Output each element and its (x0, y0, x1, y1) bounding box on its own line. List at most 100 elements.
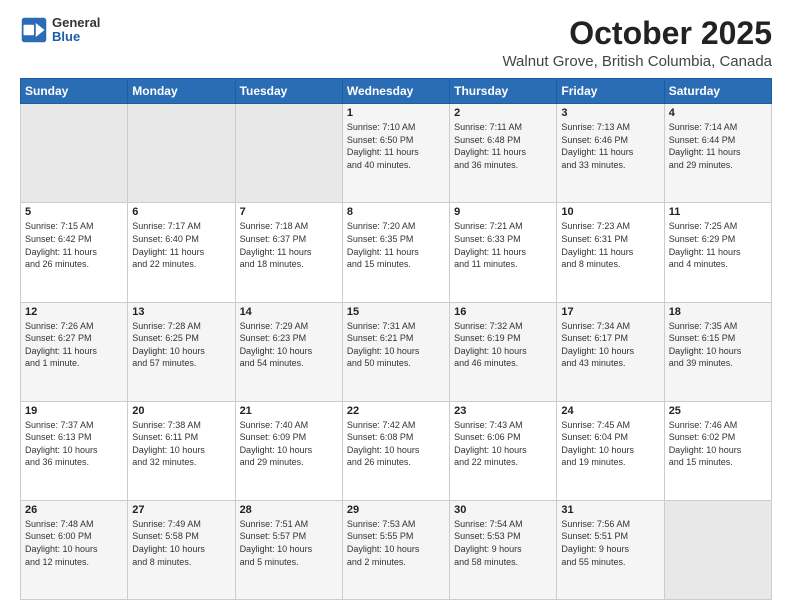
calendar-header-row: SundayMondayTuesdayWednesdayThursdayFrid… (21, 79, 772, 104)
day-info: Sunrise: 7:23 AM Sunset: 6:31 PM Dayligh… (561, 220, 659, 270)
day-info: Sunrise: 7:28 AM Sunset: 6:25 PM Dayligh… (132, 320, 230, 370)
day-info: Sunrise: 7:43 AM Sunset: 6:06 PM Dayligh… (454, 419, 552, 469)
calendar-cell: 5Sunrise: 7:15 AM Sunset: 6:42 PM Daylig… (21, 203, 128, 302)
day-info: Sunrise: 7:25 AM Sunset: 6:29 PM Dayligh… (669, 220, 767, 270)
calendar-cell: 18 Sunrise: 7:35 AM Sunset: 6:15 PM Dayli… (664, 302, 771, 401)
calendar-cell: 16 Sunrise: 7:32 AM Sunset: 6:19 PM Dayli… (450, 302, 557, 401)
day-number: 7 (240, 206, 338, 218)
day-number: 14 (240, 306, 338, 318)
calendar-cell: 3Sunrise: 7:13 AM Sunset: 6:46 PM Daylig… (557, 104, 664, 203)
day-header-monday: Monday (128, 79, 235, 104)
calendar-cell: 13 Sunrise: 7:28 AM Sunset: 6:25 PM Dayli… (128, 302, 235, 401)
day-info: Sunrise: 7:17 AM Sunset: 6:40 PM Dayligh… (132, 220, 230, 270)
day-number: 2 (454, 107, 552, 119)
day-info: Sunrise: 7:37 AM Sunset: 6:13 PM Dayligh… (25, 419, 123, 469)
day-info: Sunrise: 7:29 AM Sunset: 6:23 PM Dayligh… (240, 320, 338, 370)
day-number: 27 (132, 504, 230, 516)
day-number: 6 (132, 206, 230, 218)
day-info: Sunrise: 7:56 AM Sunset: 5:51 PM Dayligh… (561, 518, 659, 568)
day-header-saturday: Saturday (664, 79, 771, 104)
calendar-cell: 1 Sunrise: 7:10 AM Sunset: 6:50 PM Daylig… (342, 104, 449, 203)
day-number: 10 (561, 206, 659, 218)
day-number: 30 (454, 504, 552, 516)
day-header-wednesday: Wednesday (342, 79, 449, 104)
day-number: 12 (25, 306, 123, 318)
calendar-cell: 25Sunrise: 7:46 AM Sunset: 6:02 PM Dayli… (664, 401, 771, 500)
calendar-cell: 7 Sunrise: 7:18 AM Sunset: 6:37 PM Daylig… (235, 203, 342, 302)
calendar-cell: 6 Sunrise: 7:17 AM Sunset: 6:40 PM Daylig… (128, 203, 235, 302)
day-info: Sunrise: 7:46 AM Sunset: 6:02 PM Dayligh… (669, 419, 767, 469)
calendar-cell: 31 Sunrise: 7:56 AM Sunset: 5:51 PM Dayli… (557, 500, 664, 599)
calendar-week-row: 12 Sunrise: 7:26 AM Sunset: 6:27 PM Dayli… (21, 302, 772, 401)
day-number: 8 (347, 206, 445, 218)
calendar-cell: 30 Sunrise: 7:54 AM Sunset: 5:53 PM Dayli… (450, 500, 557, 599)
day-number: 18 (669, 306, 767, 318)
day-number: 13 (132, 306, 230, 318)
calendar-cell: 15Sunrise: 7:31 AM Sunset: 6:21 PM Dayli… (342, 302, 449, 401)
day-info: Sunrise: 7:48 AM Sunset: 6:00 PM Dayligh… (25, 518, 123, 568)
calendar-cell: 26 Sunrise: 7:48 AM Sunset: 6:00 PM Dayli… (21, 500, 128, 599)
day-info: Sunrise: 7:32 AM Sunset: 6:19 PM Dayligh… (454, 320, 552, 370)
day-info: Sunrise: 7:45 AM Sunset: 6:04 PM Dayligh… (561, 419, 659, 469)
day-number: 16 (454, 306, 552, 318)
day-info: Sunrise: 7:14 AM Sunset: 6:44 PM Dayligh… (669, 121, 767, 171)
calendar-week-row: 19 Sunrise: 7:37 AM Sunset: 6:13 PM Dayli… (21, 401, 772, 500)
calendar-cell: 2 Sunrise: 7:11 AM Sunset: 6:48 PM Daylig… (450, 104, 557, 203)
day-info: Sunrise: 7:11 AM Sunset: 6:48 PM Dayligh… (454, 121, 552, 171)
calendar-cell: 28 Sunrise: 7:51 AM Sunset: 5:57 PM Dayli… (235, 500, 342, 599)
day-number: 23 (454, 405, 552, 417)
title-block: October 2025 Walnut Grove, British Colum… (502, 16, 772, 70)
location-title: Walnut Grove, British Columbia, Canada (502, 53, 772, 70)
calendar-cell: 12 Sunrise: 7:26 AM Sunset: 6:27 PM Dayli… (21, 302, 128, 401)
day-info: Sunrise: 7:51 AM Sunset: 5:57 PM Dayligh… (240, 518, 338, 568)
calendar-cell: 9Sunrise: 7:21 AM Sunset: 6:33 PM Daylig… (450, 203, 557, 302)
calendar-cell: 22 Sunrise: 7:42 AM Sunset: 6:08 PM Dayli… (342, 401, 449, 500)
day-info: Sunrise: 7:35 AM Sunset: 6:15 PM Dayligh… (669, 320, 767, 370)
page: General Blue October 2025 Walnut Grove, … (0, 0, 792, 612)
logo: General Blue (20, 16, 100, 45)
day-number: 19 (25, 405, 123, 417)
day-info: Sunrise: 7:21 AM Sunset: 6:33 PM Dayligh… (454, 220, 552, 270)
day-header-friday: Friday (557, 79, 664, 104)
day-number: 1 (347, 107, 445, 119)
day-number: 21 (240, 405, 338, 417)
day-info: Sunrise: 7:10 AM Sunset: 6:50 PM Dayligh… (347, 121, 445, 171)
day-number: 11 (669, 206, 767, 218)
day-info: Sunrise: 7:53 AM Sunset: 5:55 PM Dayligh… (347, 518, 445, 568)
calendar-cell: 8 Sunrise: 7:20 AM Sunset: 6:35 PM Daylig… (342, 203, 449, 302)
header: General Blue October 2025 Walnut Grove, … (20, 16, 772, 70)
calendar-cell: 17 Sunrise: 7:34 AM Sunset: 6:17 PM Dayli… (557, 302, 664, 401)
day-info: Sunrise: 7:34 AM Sunset: 6:17 PM Dayligh… (561, 320, 659, 370)
day-info: Sunrise: 7:20 AM Sunset: 6:35 PM Dayligh… (347, 220, 445, 270)
calendar-week-row: 26 Sunrise: 7:48 AM Sunset: 6:00 PM Dayli… (21, 500, 772, 599)
day-number: 29 (347, 504, 445, 516)
day-number: 26 (25, 504, 123, 516)
calendar-cell: 10 Sunrise: 7:23 AM Sunset: 6:31 PM Dayli… (557, 203, 664, 302)
day-info: Sunrise: 7:13 AM Sunset: 6:46 PM Dayligh… (561, 121, 659, 171)
day-info: Sunrise: 7:18 AM Sunset: 6:37 PM Dayligh… (240, 220, 338, 270)
calendar-cell (664, 500, 771, 599)
day-number: 17 (561, 306, 659, 318)
day-info: Sunrise: 7:40 AM Sunset: 6:09 PM Dayligh… (240, 419, 338, 469)
month-title: October 2025 (502, 16, 772, 51)
day-number: 4 (669, 107, 767, 119)
calendar-cell (128, 104, 235, 203)
calendar-cell: 20 Sunrise: 7:38 AM Sunset: 6:11 PM Dayli… (128, 401, 235, 500)
day-number: 5 (25, 206, 123, 218)
day-number: 22 (347, 405, 445, 417)
calendar-cell: 24Sunrise: 7:45 AM Sunset: 6:04 PM Dayli… (557, 401, 664, 500)
day-number: 28 (240, 504, 338, 516)
day-info: Sunrise: 7:54 AM Sunset: 5:53 PM Dayligh… (454, 518, 552, 568)
day-number: 15 (347, 306, 445, 318)
calendar-cell: 11 Sunrise: 7:25 AM Sunset: 6:29 PM Dayli… (664, 203, 771, 302)
day-info: Sunrise: 7:42 AM Sunset: 6:08 PM Dayligh… (347, 419, 445, 469)
day-info: Sunrise: 7:26 AM Sunset: 6:27 PM Dayligh… (25, 320, 123, 370)
day-number: 20 (132, 405, 230, 417)
calendar-week-row: 1 Sunrise: 7:10 AM Sunset: 6:50 PM Daylig… (21, 104, 772, 203)
day-number: 31 (561, 504, 659, 516)
day-info: Sunrise: 7:38 AM Sunset: 6:11 PM Dayligh… (132, 419, 230, 469)
day-header-tuesday: Tuesday (235, 79, 342, 104)
calendar-cell: 29 Sunrise: 7:53 AM Sunset: 5:55 PM Dayli… (342, 500, 449, 599)
calendar-table: SundayMondayTuesdayWednesdayThursdayFrid… (20, 78, 772, 600)
day-header-sunday: Sunday (21, 79, 128, 104)
